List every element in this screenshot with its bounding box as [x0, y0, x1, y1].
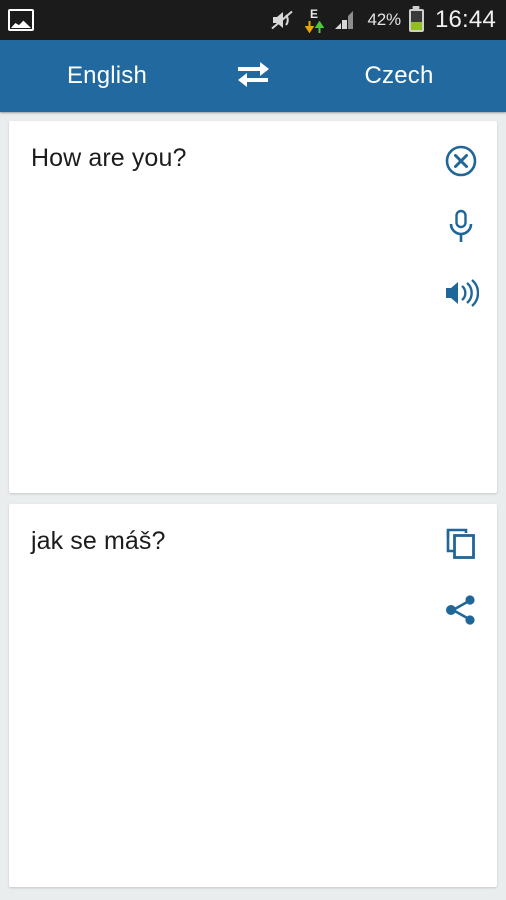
source-language-selector[interactable]: English	[0, 62, 214, 90]
translated-text: jak se máš?	[31, 527, 166, 555]
status-bar: E 42% 16:44	[0, 0, 506, 40]
speaker-icon	[443, 277, 480, 314]
voice-input-button[interactable]	[439, 207, 483, 251]
copy-button[interactable]	[439, 524, 483, 568]
listen-button[interactable]	[439, 273, 483, 317]
status-bar-system-icons: E 42% 16:44	[270, 6, 497, 34]
copy-icon	[445, 527, 477, 566]
app-window: E 42% 16:44 English Czech How are you? j…	[0, 0, 506, 900]
signal-bars-icon	[333, 9, 359, 31]
sound-muted-icon	[270, 9, 296, 31]
close-circle-icon	[444, 144, 478, 183]
source-text-card[interactable]: How are you?	[9, 121, 497, 493]
share-icon	[444, 594, 478, 631]
source-card-actions	[439, 141, 483, 317]
battery-icon	[408, 8, 424, 32]
microphone-icon	[446, 209, 476, 250]
translation-result-card[interactable]: jak se máš?	[9, 504, 497, 887]
battery-fill-level	[410, 21, 422, 30]
clock-label: 16:44	[434, 6, 496, 33]
status-bar-notifications	[8, 9, 34, 31]
translation-area: How are you? jak se máš?	[0, 112, 506, 887]
swap-arrows-icon	[232, 58, 274, 95]
clear-button[interactable]	[439, 141, 483, 185]
battery-percentage-label: 42%	[367, 10, 402, 29]
language-header: English Czech	[0, 40, 506, 112]
network-type-label: E	[309, 6, 318, 21]
network-type-edge-icon: E	[304, 6, 324, 33]
target-card-actions	[439, 524, 483, 634]
source-text-input[interactable]: How are you?	[31, 143, 431, 173]
gallery-image-icon	[8, 9, 34, 31]
data-transfer-arrows-icon	[304, 20, 324, 33]
swap-languages-button[interactable]	[214, 58, 292, 95]
target-language-selector[interactable]: Czech	[292, 62, 506, 90]
share-button[interactable]	[439, 590, 483, 634]
